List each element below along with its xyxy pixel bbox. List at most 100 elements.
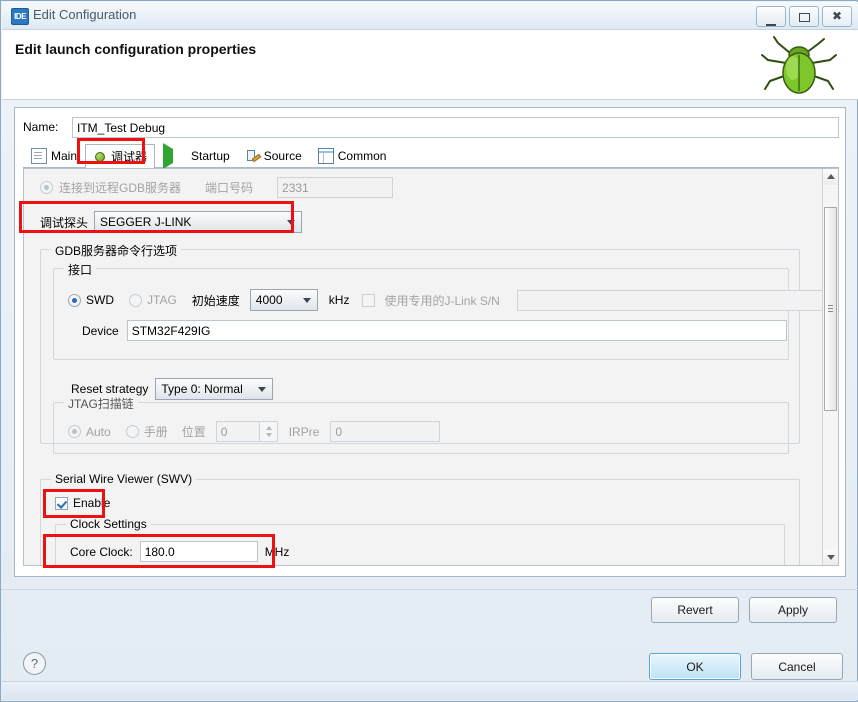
vertical-scrollbar[interactable]: [822, 169, 838, 565]
revert-button[interactable]: Revert: [651, 597, 739, 623]
jtag-radio[interactable]: [129, 293, 142, 307]
tab-source-label: Source: [263, 149, 302, 163]
jtag-label: JTAG: [147, 293, 177, 307]
apply-button[interactable]: Apply: [749, 597, 837, 623]
chevron-down-icon: [287, 220, 296, 225]
window-title: Edit Configuration: [33, 7, 137, 22]
debug-probe-value: SEGGER J-LINK: [100, 215, 192, 229]
device-row: Device: [82, 320, 787, 341]
remote-gdb-label: 连接到远程GDB服务器: [59, 181, 182, 195]
swv-enable-label: Enable: [73, 496, 111, 510]
close-button[interactable]: ✖: [822, 6, 852, 27]
swv-enable-row: Enable: [55, 496, 110, 510]
maximize-button[interactable]: [789, 6, 819, 27]
source-icon: [246, 149, 260, 163]
device-input[interactable]: [126, 320, 787, 341]
tab-source[interactable]: Source: [238, 144, 310, 167]
dialog-action-buttons: OK Cancel: [649, 653, 843, 680]
reset-strategy-combo[interactable]: Type 0: Normal: [155, 378, 274, 400]
irpre-input[interactable]: [330, 421, 441, 442]
title-bar: IDE Edit Configuration ✖: [2, 2, 858, 30]
bug-icon: [93, 150, 107, 164]
spin-up-icon: [265, 426, 272, 430]
scrollbar-thumb[interactable]: [824, 207, 837, 411]
status-bar: [2, 681, 858, 700]
jtag-scan-chain-row: Auto 手册 位置 IRPre: [68, 421, 441, 442]
play-icon: [163, 143, 187, 169]
revert-apply-group: Revert Apply: [651, 597, 837, 623]
jtag-position-label: 位置: [181, 425, 206, 439]
tab-debugger-label: 调试器: [111, 150, 148, 164]
jtag-manual-radio[interactable]: [125, 425, 139, 438]
jtag-position-spin-buttons[interactable]: [259, 421, 278, 442]
dialog-header: Edit launch configuration properties: [2, 30, 858, 100]
table-icon: [317, 148, 334, 164]
name-row: Name:: [23, 117, 839, 139]
interface-group: 接口 SWD JTAG 初始速度 4000 kHz 使用专用的J-Link S/…: [53, 261, 838, 360]
window-controls: ✖: [756, 6, 852, 27]
interface-caption: 接口: [64, 261, 97, 278]
minimize-icon: [766, 11, 776, 26]
configuration-panel: Name: Main 调试器 Startup Source: [14, 107, 846, 623]
edit-configuration-dialog: IDE Edit Configuration ✖ Edit launch con…: [0, 0, 858, 702]
tab-debugger[interactable]: 调试器: [85, 144, 156, 168]
minimize-button[interactable]: [756, 6, 786, 27]
remote-gdb-radio[interactable]: [40, 181, 53, 194]
triangle-down-icon: [827, 555, 835, 560]
swd-radio[interactable]: [68, 293, 81, 307]
tab-common-label: Common: [337, 149, 387, 163]
tab-common[interactable]: Common: [310, 144, 395, 167]
use-jlink-sn-label: 使用专用的J-Link S/N: [384, 293, 500, 308]
initial-speed-combo[interactable]: 4000: [249, 289, 318, 311]
jtag-scan-chain-caption: JTAG扫描链: [64, 395, 138, 412]
jlink-sn-input[interactable]: [516, 289, 838, 311]
clock-settings-caption: Clock Settings: [66, 517, 151, 531]
jtag-position-stepper[interactable]: [215, 421, 278, 442]
port-label: 端口号码: [205, 181, 254, 195]
jtag-auto-radio[interactable]: [68, 425, 81, 438]
irpre-label: IRPre: [288, 424, 320, 439]
debugger-settings-scroll-area: 连接到远程GDB服务器 端口号码 调试探头 SEGGER J-LINK GDB服…: [23, 168, 839, 566]
core-clock-label: Core Clock:: [70, 544, 133, 559]
swd-label: SWD: [86, 293, 114, 307]
tab-bar: Main 调试器 Startup Source Common: [23, 143, 839, 169]
gdb-server-options-group: GDB服务器命令行选项 接口 SWD JTAG 初始速度 4000 kHz 使用…: [40, 242, 838, 454]
debugger-settings-content: 连接到远程GDB服务器 端口号码 调试探头 SEGGER J-LINK GDB服…: [24, 169, 838, 565]
gdb-server-options-caption: GDB服务器命令行选项: [51, 242, 182, 259]
debug-probe-row: 调试探头 SEGGER J-LINK: [40, 211, 303, 233]
remote-gdb-row: 连接到远程GDB服务器 端口号码: [40, 177, 394, 198]
jtag-position-input[interactable]: [215, 421, 260, 442]
jtag-manual-label: 手册: [143, 425, 168, 439]
chevron-down-icon: [258, 387, 267, 392]
footer-divider: [1, 589, 858, 590]
speed-unit-label: kHz: [328, 293, 350, 307]
swv-enable-checkbox[interactable]: [55, 496, 68, 510]
jtag-scan-chain-group: JTAG扫描链 Auto 手册 位置 0 IRPre 0: [53, 395, 789, 454]
cancel-button[interactable]: Cancel: [751, 653, 843, 680]
device-label: Device: [82, 323, 119, 338]
triangle-up-icon: [827, 174, 835, 179]
use-jlink-sn-checkbox[interactable]: [362, 293, 376, 307]
green-bug-icon: [761, 36, 837, 94]
clock-settings-group: Clock Settings Core Clock: MHz: [55, 517, 785, 565]
reset-strategy-label: Reset strategy: [71, 382, 149, 396]
scroll-up-button[interactable]: [823, 169, 838, 185]
debug-probe-label: 调试探头: [40, 215, 89, 230]
name-input[interactable]: [72, 117, 839, 138]
ok-button[interactable]: OK: [649, 653, 741, 680]
page-title: Edit launch configuration properties: [15, 41, 257, 57]
tab-main-label: Main: [51, 149, 78, 163]
ide-app-icon: IDE: [11, 8, 29, 25]
interface-options-row: SWD JTAG 初始速度 4000 kHz 使用专用的J-Link S/N: [68, 289, 838, 311]
debug-probe-combo[interactable]: SEGGER J-LINK: [94, 211, 303, 233]
port-input[interactable]: [277, 177, 394, 198]
tab-startup[interactable]: Startup: [155, 143, 238, 169]
reset-strategy-value: Type 0: Normal: [161, 382, 243, 396]
close-icon: ✖: [831, 9, 843, 23]
scroll-down-button[interactable]: [823, 549, 838, 565]
help-icon[interactable]: ?: [23, 652, 46, 675]
tab-main[interactable]: Main: [23, 144, 85, 167]
swv-group: Serial Wire Viewer (SWV) Enable Clock Se…: [40, 472, 800, 565]
tab-startup-label: Startup: [191, 149, 230, 163]
core-clock-input[interactable]: [139, 541, 258, 562]
